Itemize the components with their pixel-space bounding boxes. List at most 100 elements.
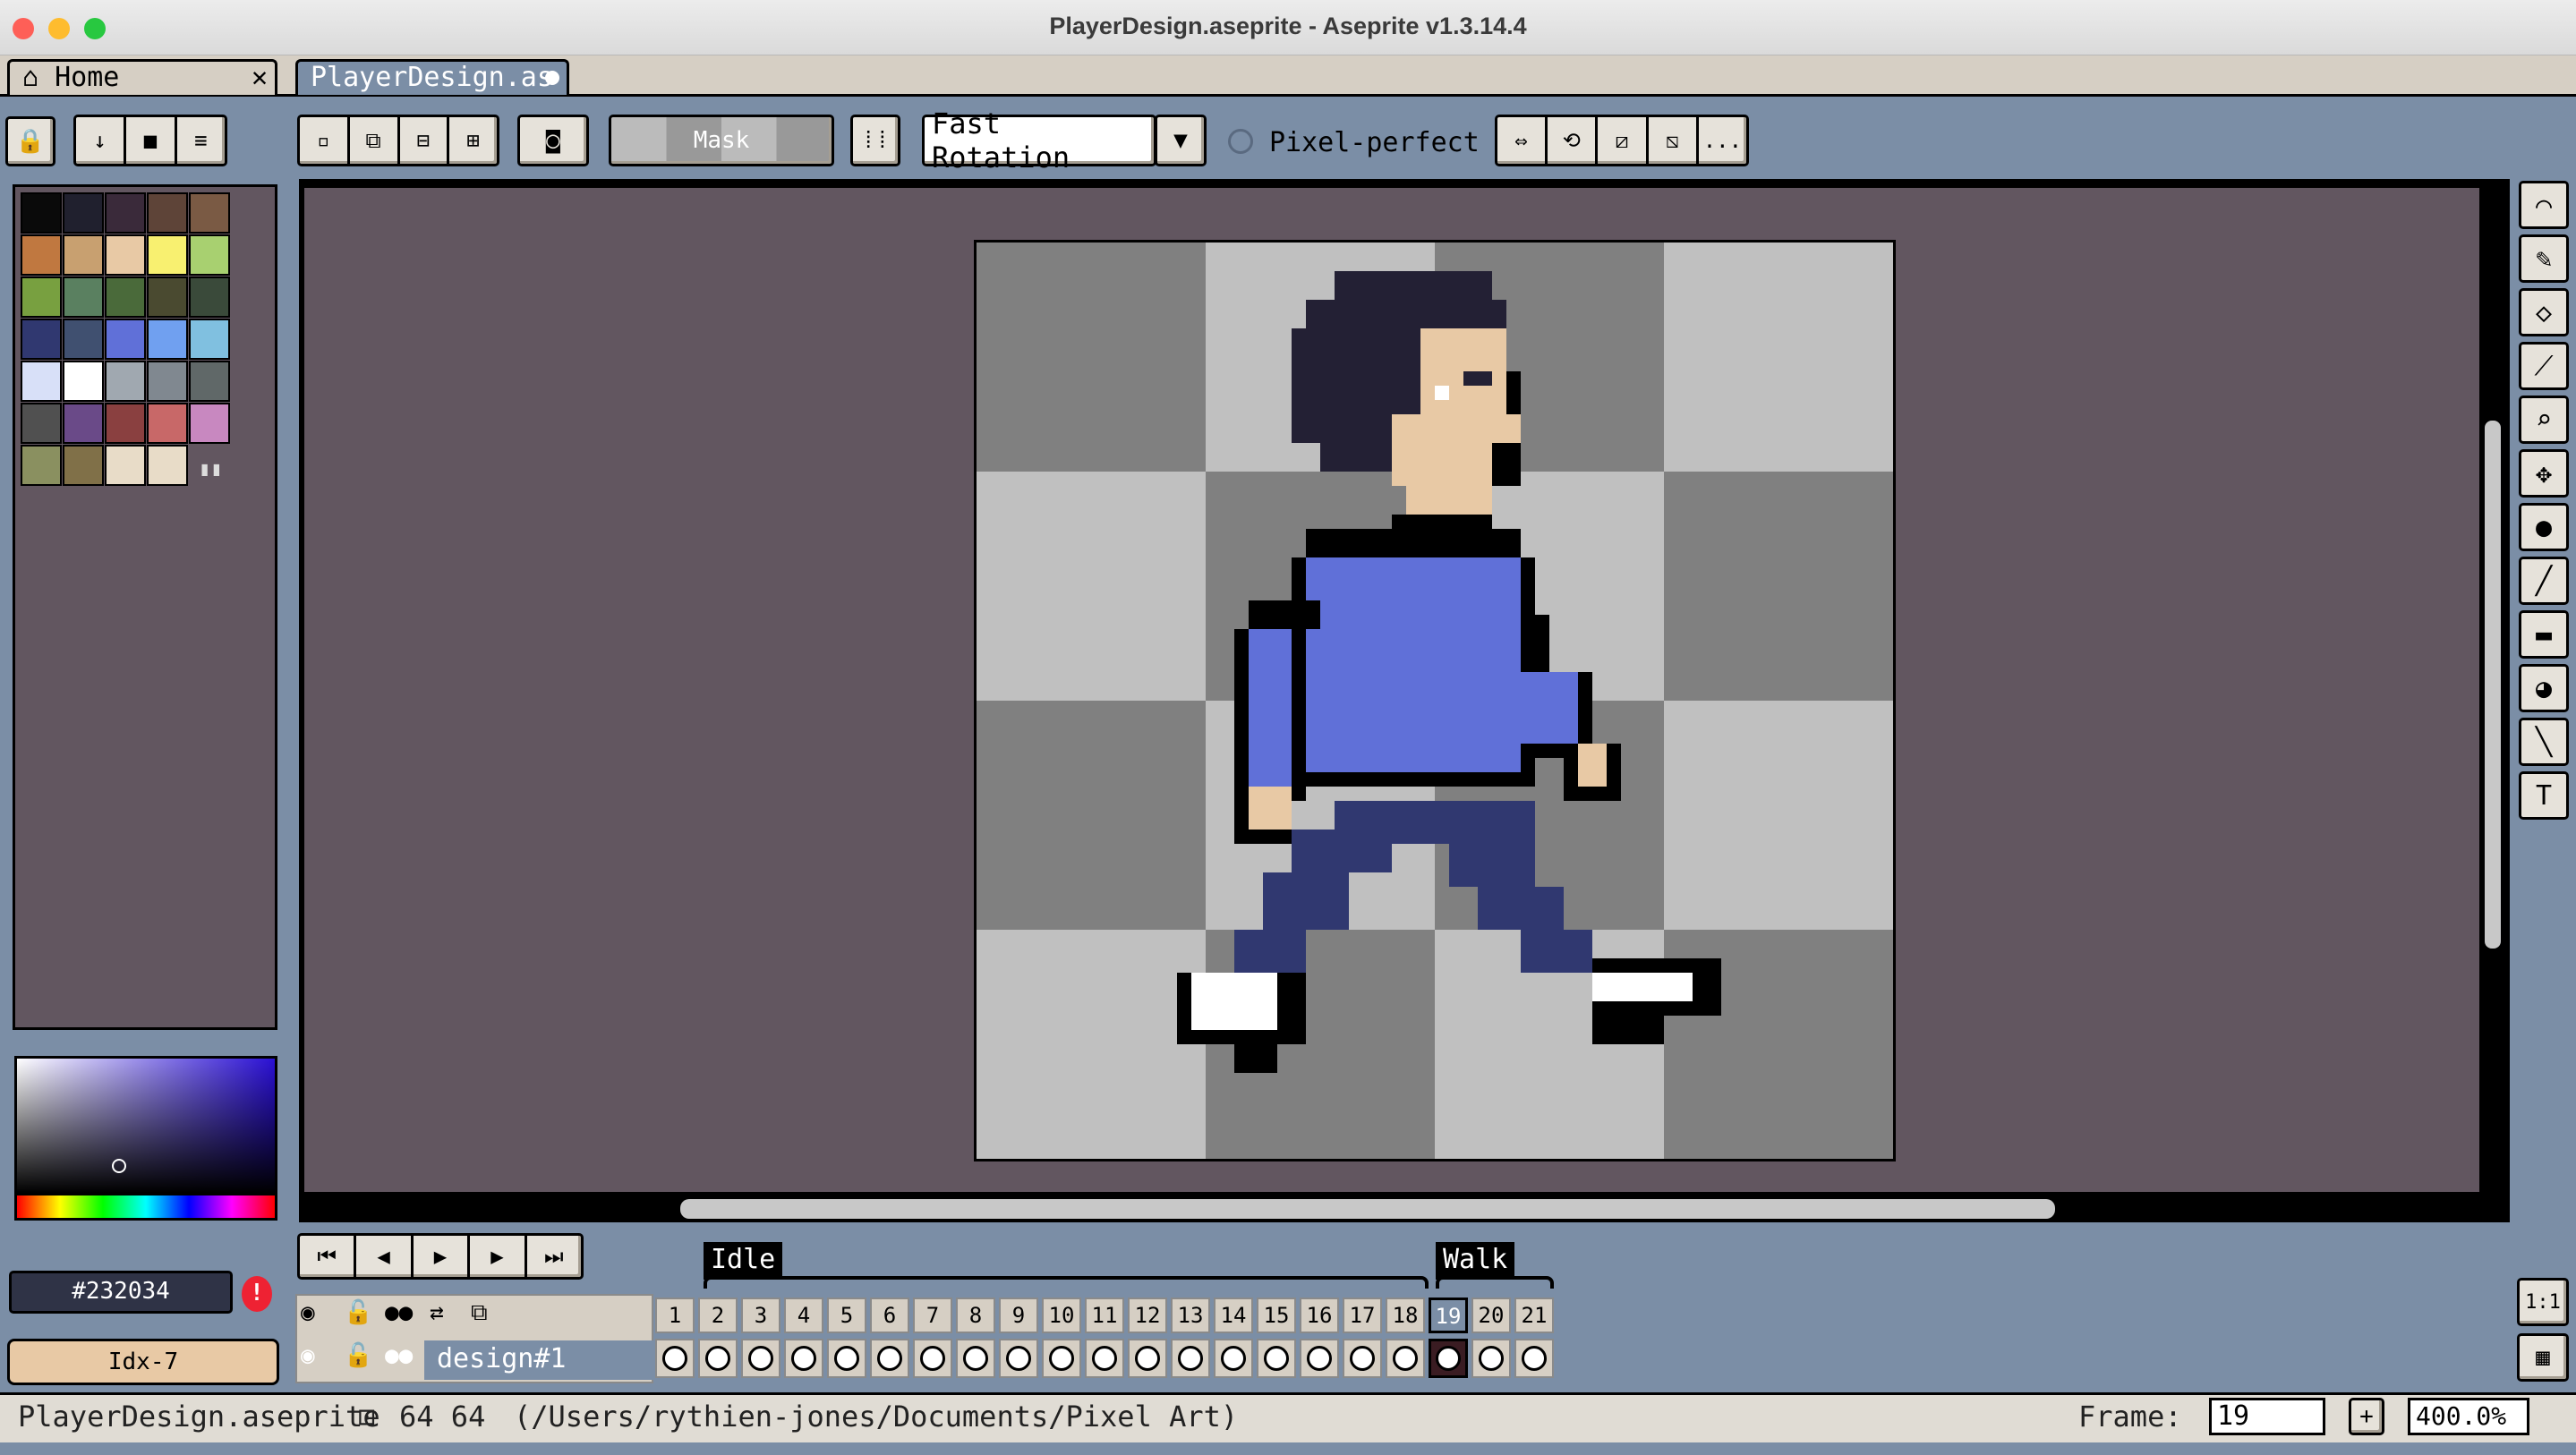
palette-swatch[interactable]	[21, 361, 62, 402]
skew-icon[interactable]: ⧄	[1598, 117, 1649, 164]
frame-number[interactable]: 3	[741, 1298, 780, 1333]
palette-swatch[interactable]	[147, 361, 188, 402]
cel[interactable]	[1257, 1339, 1296, 1378]
frame-input[interactable]: 19	[2209, 1398, 2325, 1435]
cel[interactable]	[1429, 1339, 1468, 1378]
cel[interactable]	[784, 1339, 823, 1378]
line-tool-icon[interactable]: ╱	[2519, 557, 2569, 605]
layer-continuous-icon[interactable]: ●●	[385, 1342, 413, 1369]
cel[interactable]	[1085, 1339, 1124, 1378]
ratio-button[interactable]: 1:1	[2517, 1278, 2569, 1326]
play-icon[interactable]: ▶	[414, 1236, 471, 1277]
frame-number[interactable]: 1	[655, 1298, 695, 1333]
frame-number[interactable]: 7	[913, 1298, 952, 1333]
mask-button[interactable]: Mask	[609, 115, 834, 166]
pivot-icon[interactable]: ⁞⁞	[850, 115, 900, 166]
link-cels-icon[interactable]: ⇄	[430, 1299, 444, 1326]
warning-icon[interactable]: !	[242, 1276, 272, 1312]
sprite-canvas[interactable]	[974, 240, 1896, 1161]
color-index-field[interactable]: Idx-7	[7, 1339, 279, 1385]
layer-lock-icon[interactable]: 🔓	[344, 1299, 372, 1326]
cel[interactable]	[827, 1339, 866, 1378]
palette-swatch[interactable]	[21, 277, 62, 318]
palette-swatch[interactable]	[21, 445, 62, 486]
move-tool-icon[interactable]: ✥	[2519, 449, 2569, 498]
palette-swatch[interactable]	[105, 277, 146, 318]
palette-swatch[interactable]	[105, 361, 146, 402]
flip-h-icon[interactable]: ⇔	[1497, 117, 1548, 164]
cel[interactable]	[1300, 1339, 1339, 1378]
film-icon[interactable]: ▦	[2517, 1333, 2569, 1382]
frame-number[interactable]: 18	[1386, 1298, 1425, 1333]
layer-name[interactable]: design#1	[424, 1340, 653, 1380]
frame-number[interactable]: 17	[1343, 1298, 1382, 1333]
tab-home[interactable]: ⌂ Home ✕	[7, 59, 277, 95]
palette-swatch[interactable]	[63, 234, 104, 276]
eyedropper-tool-icon[interactable]: ⟋	[2519, 342, 2569, 390]
pixel-perfect-checkbox[interactable]	[1228, 129, 1253, 154]
replace-selection-icon[interactable]: ▫	[300, 117, 350, 164]
eye-icon[interactable]: ◉	[301, 1299, 315, 1326]
eraser-tool-icon[interactable]: ◇	[2519, 288, 2569, 336]
rotate-icon[interactable]: ⟲	[1548, 117, 1599, 164]
blur-tool-icon[interactable]: ╲	[2519, 718, 2569, 766]
lock-icon[interactable]: 🔒	[5, 116, 55, 166]
frame-number[interactable]: 20	[1471, 1298, 1511, 1333]
frame-number[interactable]: 15	[1257, 1298, 1296, 1333]
rectangle-tool-icon[interactable]: ▬	[2519, 610, 2569, 659]
onion-skin-icon[interactable]: ●●	[385, 1299, 413, 1326]
palette-swatch-icon[interactable]: ■	[126, 117, 177, 164]
next-frame-icon[interactable]: ▶	[470, 1236, 527, 1277]
contour-tool-icon[interactable]: ◕	[2519, 664, 2569, 712]
palette-swatch[interactable]	[105, 192, 146, 234]
palette-swatch[interactable]	[63, 192, 104, 234]
pencil-tool-icon[interactable]: ✎	[2519, 234, 2569, 283]
palette-swatch[interactable]	[147, 445, 188, 486]
zoom-tool-icon[interactable]: ⌕	[2519, 396, 2569, 444]
layer-options-icon[interactable]: ⧉	[471, 1299, 488, 1327]
frame-number[interactable]: 10	[1042, 1298, 1081, 1333]
hue-slider[interactable]	[14, 1195, 277, 1221]
frame-number[interactable]: 11	[1085, 1298, 1124, 1333]
chevron-down-icon[interactable]: ▼	[1155, 115, 1207, 166]
palette-menu-icon[interactable]: ≡	[177, 117, 225, 164]
frame-number[interactable]: 6	[870, 1298, 909, 1333]
palette-swatch[interactable]	[147, 192, 188, 234]
frame-number[interactable]: 12	[1128, 1298, 1167, 1333]
cel[interactable]	[870, 1339, 909, 1378]
frame-number[interactable]: 13	[1171, 1298, 1210, 1333]
cel[interactable]	[698, 1339, 738, 1378]
palette-swatch[interactable]	[63, 361, 104, 402]
frame-number[interactable]: 14	[1214, 1298, 1253, 1333]
first-frame-icon[interactable]: ⏮	[300, 1236, 357, 1277]
cel[interactable]	[1343, 1339, 1382, 1378]
tag-idle[interactable]: Idle	[704, 1242, 783, 1280]
palette-swatch[interactable]	[147, 403, 188, 444]
palette-swatch[interactable]	[63, 277, 104, 318]
palette-swatch[interactable]	[189, 403, 230, 444]
zoom-input[interactable]: 400.0%	[2408, 1398, 2529, 1435]
palette-swatch[interactable]	[189, 277, 230, 318]
fill-tool-icon[interactable]: ●	[2519, 503, 2569, 551]
picker-cursor[interactable]	[112, 1159, 126, 1173]
palette-swatch[interactable]	[147, 234, 188, 276]
palette-swatch[interactable]	[147, 319, 188, 360]
cel[interactable]	[956, 1339, 995, 1378]
prev-frame-icon[interactable]: ◀	[356, 1236, 414, 1277]
tab-playerdesign[interactable]: PlayerDesign.as	[295, 59, 569, 95]
tag-walk[interactable]: Walk	[1436, 1242, 1515, 1280]
distort-icon[interactable]: ⧅	[1649, 117, 1699, 164]
frame-number[interactable]: 16	[1300, 1298, 1339, 1333]
frame-number[interactable]: 4	[784, 1298, 823, 1333]
frame-number[interactable]: 5	[827, 1298, 866, 1333]
palette-swatch[interactable]	[105, 445, 146, 486]
palette-swatch[interactable]	[21, 234, 62, 276]
cel[interactable]	[999, 1339, 1038, 1378]
palette-swatch[interactable]	[63, 445, 104, 486]
cel[interactable]	[655, 1339, 695, 1378]
add-selection-icon[interactable]: ⧉	[350, 117, 400, 164]
palette-swatch[interactable]	[147, 277, 188, 318]
frame-number[interactable]: 9	[999, 1298, 1038, 1333]
cel[interactable]	[1128, 1339, 1167, 1378]
palette-swatch[interactable]	[21, 403, 62, 444]
